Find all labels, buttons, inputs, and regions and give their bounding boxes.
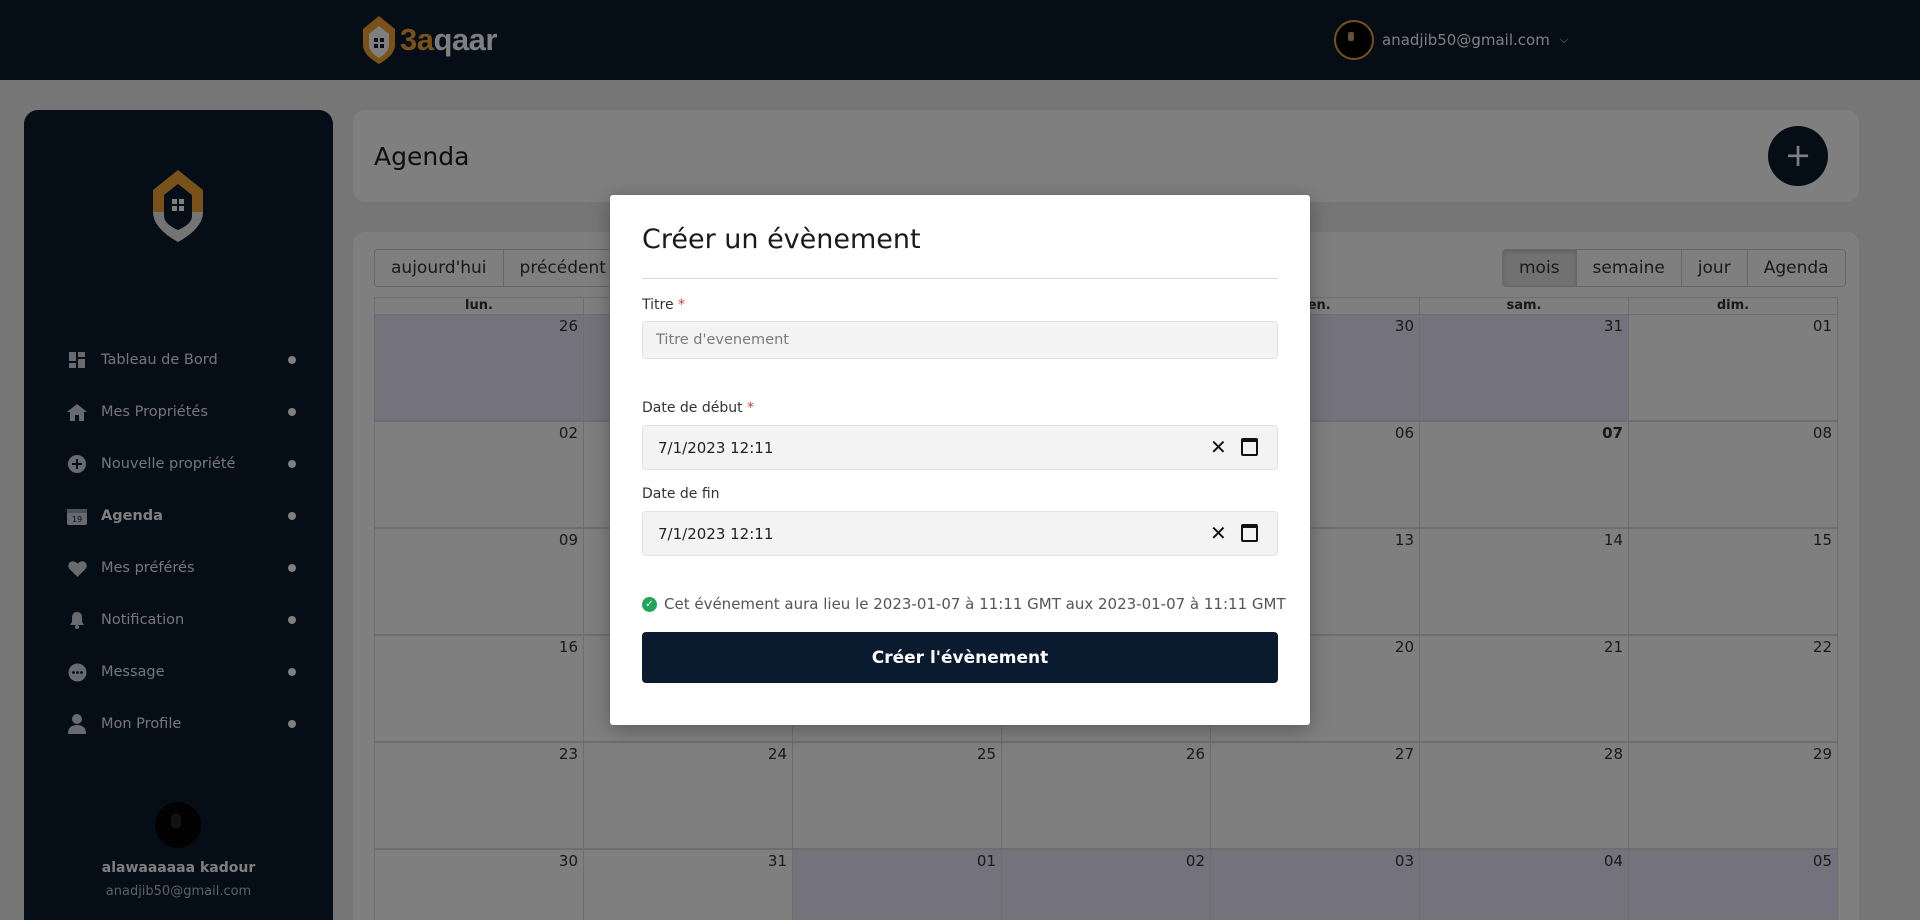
calendar-picker-icon[interactable] — [1241, 524, 1258, 542]
title-label: Titre * — [642, 297, 686, 313]
calendar-picker-icon[interactable] — [1241, 438, 1258, 456]
end-date-value: 7/1/2023 12:11 — [658, 525, 774, 543]
create-event-modal: Créer un évènement Titre * Date de début… — [610, 195, 1310, 725]
modal-title: Créer un évènement — [642, 224, 921, 255]
event-title-input[interactable] — [642, 321, 1278, 359]
clear-icon[interactable]: ✕ — [1210, 436, 1227, 458]
event-summary-text: Cet événement aura lieu le 2023-01-07 à … — [664, 595, 1286, 613]
end-date-label: Date de fin — [642, 486, 720, 502]
divider — [642, 278, 1278, 279]
create-event-button[interactable]: Créer l'évènement — [642, 632, 1278, 683]
start-date-input[interactable]: 7/1/2023 12:11 ✕ — [642, 425, 1278, 470]
start-date-label: Date de début * — [642, 400, 755, 416]
event-summary: ✓ Cet événement aura lieu le 2023-01-07 … — [642, 595, 1286, 613]
start-date-value: 7/1/2023 12:11 — [658, 439, 774, 457]
end-date-input[interactable]: 7/1/2023 12:11 ✕ — [642, 511, 1278, 556]
clear-icon[interactable]: ✕ — [1210, 522, 1227, 544]
check-circle-icon: ✓ — [642, 596, 657, 612]
